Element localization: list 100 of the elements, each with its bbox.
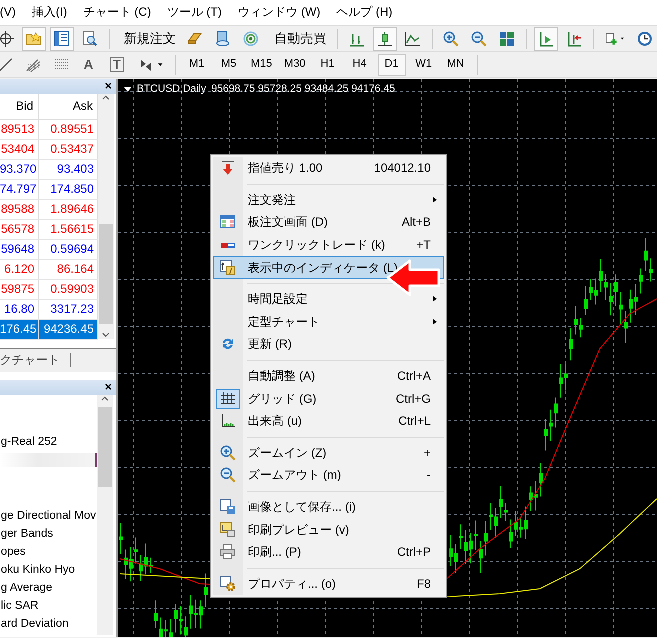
menu-item[interactable]: ウィンドウ (W)	[238, 0, 321, 25]
zoom-out-icon	[471, 30, 488, 46]
printer-icon	[220, 544, 236, 560]
quote-row[interactable]: 74.797 174.850	[0, 179, 98, 199]
navigator-item[interactable]: ge Directional Mov	[0, 506, 97, 524]
shortcut-label: -	[427, 467, 432, 484]
crosshair-icon	[0, 30, 14, 46]
close-button[interactable]: ×	[104, 380, 116, 394]
quote-row[interactable]: 89513 0.89551	[0, 119, 98, 139]
volume-chart-icon	[220, 413, 236, 430]
table-icon	[220, 214, 236, 230]
chart-symbol: BTCUSD,Daily	[137, 82, 206, 97]
toolbar-button[interactable]: 自動売買	[267, 26, 330, 50]
menu-item[interactable]: 画像として保存... (i)	[213, 496, 444, 518]
menu-item[interactable]: ズームイン (Z) +	[213, 442, 444, 464]
navigator-item[interactable]: ard Deviation	[0, 614, 97, 632]
fibonacci-lines-icon	[54, 56, 70, 72]
folder-star-icon	[26, 30, 42, 46]
timeframe-button[interactable]: M15	[247, 54, 276, 76]
caret-icon	[157, 61, 164, 68]
scrollbar[interactable]	[98, 94, 114, 339]
navigator-item[interactable]: oku Kinko Hyo	[0, 560, 97, 578]
menu-item[interactable]: チャート (C)	[83, 0, 152, 25]
timeframe-button[interactable]: H1	[314, 54, 342, 76]
menu-item[interactable]: 定型チャート	[213, 310, 444, 334]
quote-row[interactable]: 56578 1.56615	[0, 219, 98, 239]
timeframe-button[interactable]: MN	[442, 54, 470, 76]
dropdown-icon[interactable]	[124, 87, 132, 92]
menu-item[interactable]: ワンクリックトレード (k) +T	[213, 234, 444, 256]
bid-cell: 59648	[0, 239, 38, 259]
quote-row[interactable]: 176.45 94236.45	[0, 319, 98, 339]
menu-item[interactable]: 印刷... (P) Ctrl+P	[213, 540, 444, 564]
menu-item[interactable]: (V)	[0, 0, 16, 25]
menu-item[interactable]: 時間足設定	[213, 288, 444, 311]
tile-windows-icon	[499, 30, 516, 46]
shortcut-label: Alt+B	[402, 214, 432, 232]
timeframe-button[interactable]: H4	[346, 54, 374, 76]
navigator-item[interactable]: opes	[0, 542, 97, 560]
window-list-button[interactable]	[50, 26, 74, 50]
navigator-item[interactable]: ger Bands	[0, 524, 97, 542]
navigator-item[interactable]: lic SAR	[0, 596, 97, 614]
line-icon	[0, 56, 14, 72]
magnifier-document-icon	[82, 30, 98, 46]
menu-item[interactable]: ヘルプ (H)	[336, 0, 393, 25]
quote-row[interactable]: 16.80 3317.23	[0, 299, 98, 319]
shortcut-label: Ctrl+G	[396, 390, 432, 408]
shortcut-label: +	[424, 444, 432, 462]
candlestick-button[interactable]	[372, 26, 397, 50]
menu-item[interactable]: 印刷プレビュー (v)	[213, 518, 444, 541]
scroll-down-icon	[102, 331, 110, 339]
quote-row[interactable]: 59648 0.59694	[0, 239, 98, 259]
text-tool-button[interactable]: A	[78, 52, 102, 76]
menu-item[interactable]: 出来高 (u) Ctrl+L	[213, 410, 444, 433]
chart-shift-icon	[566, 30, 582, 46]
timeframe-button[interactable]: M30	[280, 54, 310, 76]
navigator-item[interactable]: g-Real 252	[0, 432, 97, 450]
chart-play-icon	[538, 30, 554, 46]
scrollbar[interactable]	[97, 394, 113, 634]
print-preview-icon	[220, 522, 236, 538]
menu-item[interactable]: 自動調整 (A) Ctrl+A	[213, 364, 444, 388]
quote-row[interactable]: 93.370 93.403	[0, 159, 98, 179]
ask-cell: 94236.45	[38, 319, 98, 339]
quote-row[interactable]: 6.120 86.164	[0, 259, 98, 279]
shortcut-label: Ctrl+P	[397, 544, 432, 562]
toolbar-button[interactable]: 新規注文	[116, 26, 180, 50]
text-tool-button[interactable]: T	[106, 52, 130, 76]
quote-row[interactable]: 59875 0.59903	[0, 279, 98, 299]
bid-cell: 176.45	[0, 319, 38, 339]
menu-item[interactable]: ツール (T)	[167, 0, 222, 25]
shortcut-label: F8	[416, 576, 432, 593]
bid-cell: 16.80	[0, 299, 38, 319]
close-button[interactable]: ×	[104, 79, 116, 94]
timeframe-button[interactable]: D1	[378, 54, 406, 76]
folder-star-button[interactable]	[22, 26, 46, 50]
menu-item[interactable]: プロパティ... (o) F8	[213, 572, 444, 596]
menu-item[interactable]: 指値売り 1.00 104012.10	[213, 157, 444, 180]
timeframe-button[interactable]: M5	[215, 54, 243, 76]
timeframe-button[interactable]: W1	[410, 54, 438, 76]
menu-item[interactable]: 板注文画面 (D) Alt+B	[213, 211, 444, 234]
candlestick-icon	[376, 30, 393, 46]
column-header[interactable]: Bid	[0, 94, 38, 119]
quote-row[interactable]: 53404 0.53437	[0, 139, 98, 159]
bid-cell: 56578	[0, 219, 38, 239]
zoom-in-icon	[220, 444, 236, 461]
timeframe-button[interactable]: M1	[183, 54, 211, 76]
menu-item[interactable]: 更新 (R)	[213, 333, 444, 356]
bid-cell: 93.370	[0, 159, 38, 179]
menu-item[interactable]: グリッド (G) Ctrl+G	[213, 387, 444, 410]
bid-cell: 89588	[0, 199, 38, 219]
shortcut-label: +T	[416, 237, 432, 254]
chart-play-button[interactable]	[534, 26, 558, 50]
bid-cell: 74.797	[0, 179, 38, 199]
window-list-icon	[54, 30, 70, 46]
quote-row[interactable]: 89588 1.89646	[0, 199, 98, 219]
menu-item[interactable]: 注文発注	[213, 188, 444, 212]
document-plus-icon	[604, 30, 617, 46]
menu-item[interactable]: 挿入(I)	[32, 0, 68, 25]
grid-icon	[220, 390, 236, 407]
navigator-item[interactable]: g Average	[0, 578, 97, 596]
menu-item[interactable]: ズームアウト (m) -	[213, 464, 444, 487]
